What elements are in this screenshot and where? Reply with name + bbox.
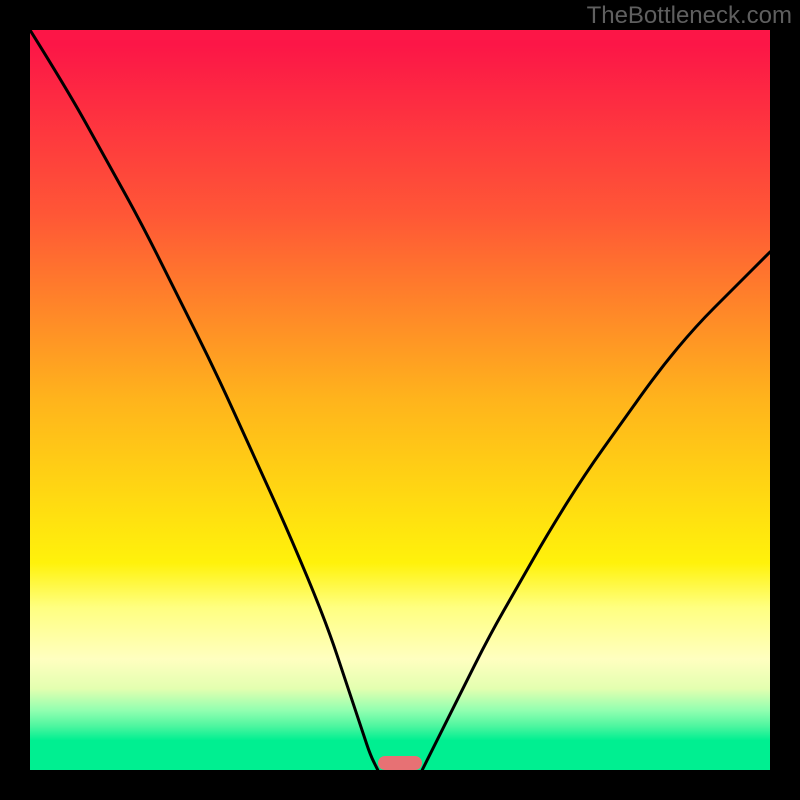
chart-container: TheBottleneck.com — [0, 0, 800, 800]
curve-left — [30, 30, 378, 770]
plot-area — [30, 30, 770, 770]
curve-right — [422, 252, 770, 770]
curve-svg — [30, 30, 770, 770]
bottleneck-marker — [378, 756, 422, 770]
watermark-text: TheBottleneck.com — [587, 2, 792, 30]
